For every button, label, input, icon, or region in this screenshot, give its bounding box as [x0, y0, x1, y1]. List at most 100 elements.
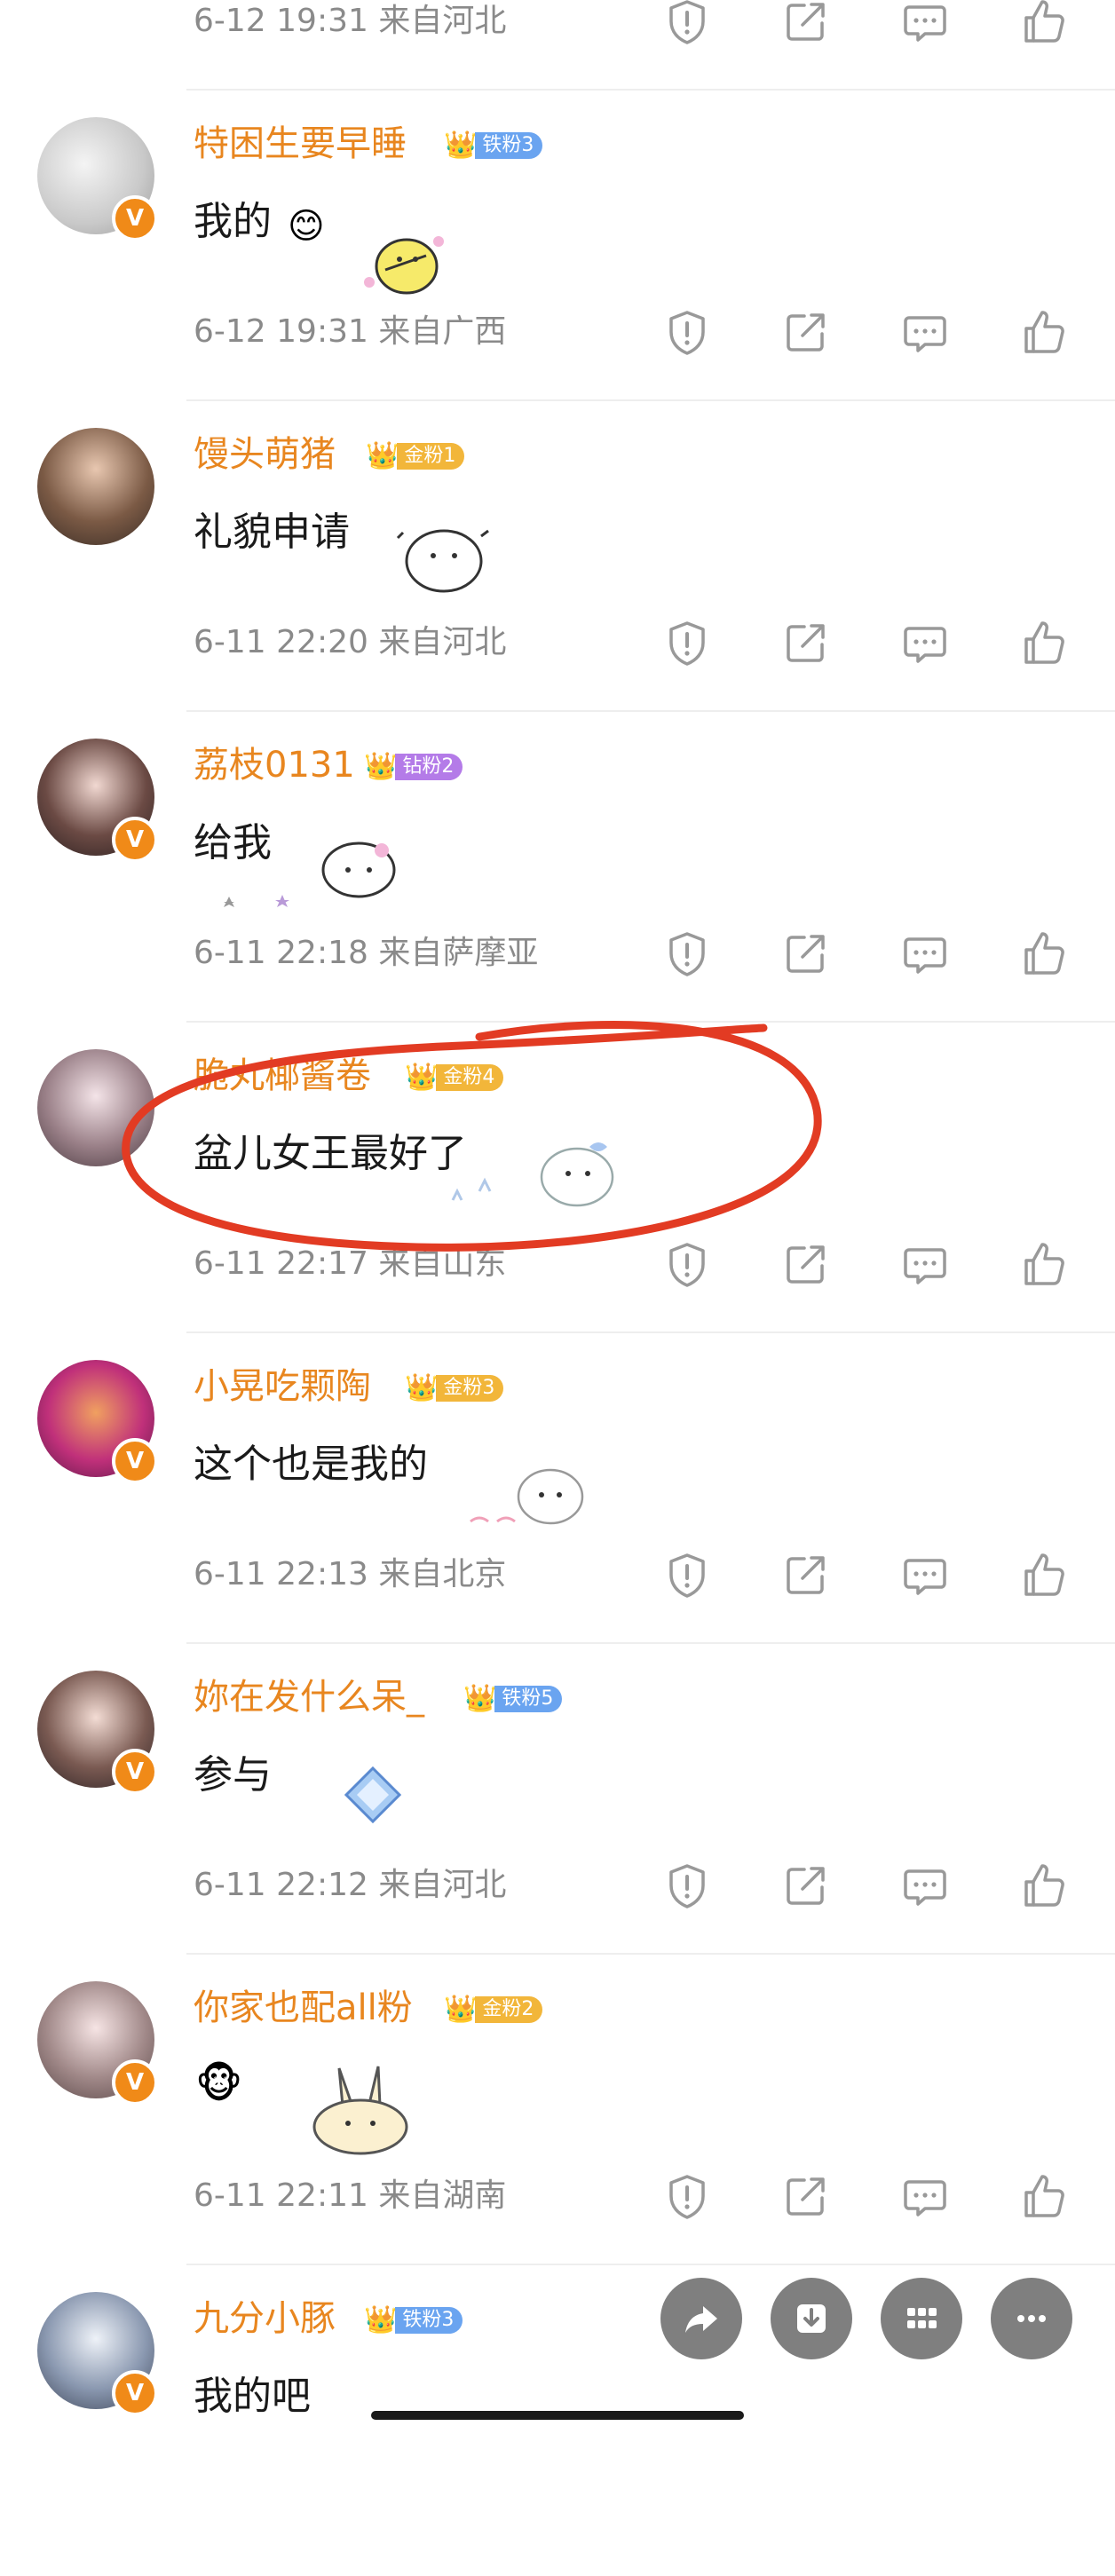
verified-badge-icon: V — [112, 195, 158, 241]
like-icon[interactable] — [1017, 1548, 1071, 1601]
avatar[interactable] — [37, 428, 154, 545]
comment-icon[interactable] — [898, 0, 952, 48]
verified-badge-icon: V — [112, 2059, 158, 2106]
share-icon[interactable] — [779, 1859, 833, 1912]
report-icon[interactable] — [660, 1548, 714, 1601]
crown-icon: 👑 — [366, 440, 399, 471]
avatar[interactable] — [37, 1049, 154, 1166]
comment-text: 这个也是我的 — [194, 1442, 428, 1487]
fan-badge-label: 金粉4 — [436, 1064, 504, 1091]
share-button[interactable] — [660, 2278, 742, 2359]
username[interactable]: 你家也配all粉 — [194, 1985, 413, 2031]
fan-badge-label: 金粉3 — [436, 1375, 504, 1402]
report-icon[interactable] — [660, 305, 714, 359]
comment-text: 参与 — [194, 1752, 272, 1798]
fan-badge-label: 铁粉5 — [494, 1686, 563, 1712]
sticker-image — [312, 2066, 408, 2155]
share-icon[interactable] — [779, 2169, 833, 2223]
like-icon[interactable] — [1017, 305, 1071, 359]
comment-meta: 6-11 22:20 来自河北 — [194, 624, 507, 660]
fan-badge: 👑 铁粉5 — [463, 1683, 563, 1715]
verified-badge-icon: V — [112, 2370, 158, 2416]
sticker-image — [451, 1142, 614, 1207]
share-icon[interactable] — [779, 1548, 833, 1601]
report-icon[interactable] — [660, 2169, 714, 2223]
fan-badge-label: 金粉2 — [475, 1996, 543, 2023]
more-dots-icon — [1017, 2315, 1046, 2322]
fan-badge: 👑 铁粉3 — [364, 2304, 463, 2336]
username[interactable]: 特困生要早睡 — [194, 121, 407, 167]
sticker-image — [224, 842, 396, 907]
fan-badge-label: 铁粉3 — [475, 132, 543, 159]
fan-badge: 👑 铁粉3 — [444, 130, 543, 162]
username[interactable]: 荔枝0131 — [194, 742, 355, 788]
comment-icon[interactable] — [898, 2169, 952, 2223]
fan-badge-label: 钻粉2 — [395, 754, 463, 780]
home-indicator[interactable] — [371, 2411, 744, 2420]
crown-icon: 👑 — [405, 1372, 439, 1403]
username[interactable]: 小晃吃颗陶 — [194, 1363, 371, 1410]
grid-icon — [907, 2308, 937, 2328]
crown-icon: 👑 — [463, 1683, 497, 1714]
comment-item: V 特困生要早睡 👑 铁粉3 我的 😊 6-12 19:31 来自广西 — [0, 91, 1115, 401]
verified-badge-icon: V — [112, 1438, 158, 1484]
comment-text: 我的吧 — [194, 2374, 311, 2419]
report-icon[interactable] — [660, 1859, 714, 1912]
emoji-icon: 🐵 — [195, 2059, 243, 2107]
report-icon[interactable] — [660, 927, 714, 980]
fan-badge: 👑 金粉2 — [444, 1994, 543, 2026]
username[interactable]: 妳在发什么呆_ — [194, 1674, 424, 1720]
fan-badge: 👑 金粉3 — [405, 1372, 504, 1404]
share-icon[interactable] — [779, 305, 833, 359]
username[interactable]: 馒头萌猪 — [194, 431, 336, 478]
like-icon[interactable] — [1017, 0, 1071, 48]
comment-icon[interactable] — [898, 1237, 952, 1291]
share-icon[interactable] — [779, 1237, 833, 1291]
comment-meta: 6-11 22:11 来自湖南 — [194, 2177, 507, 2214]
like-icon[interactable] — [1017, 1237, 1071, 1291]
fan-badge: 👑 金粉1 — [366, 440, 465, 472]
report-icon[interactable] — [660, 1237, 714, 1291]
fan-badge: 👑 金粉4 — [405, 1062, 504, 1094]
comment-item: V 你家也配all粉 👑 金粉2 🐵 6-11 22:11 来自湖南 — [0, 1955, 1115, 2265]
comment-meta: 6-12 19:31 来自河北 — [194, 3, 507, 39]
emoji-smile-icon: 😊 — [288, 206, 325, 247]
fan-badge-label: 金粉1 — [397, 443, 465, 470]
like-icon[interactable] — [1017, 616, 1071, 669]
like-icon[interactable] — [1017, 2169, 1071, 2223]
crown-icon: 👑 — [405, 1062, 439, 1093]
download-icon — [797, 2304, 826, 2333]
comment-meta: 6-11 22:12 来自河北 — [194, 1867, 507, 1903]
more-button[interactable] — [991, 2278, 1072, 2359]
sticker-image — [364, 236, 444, 295]
share-icon[interactable] — [779, 0, 833, 48]
comment-item-partial: 6-12 19:31 来自河北 — [0, 0, 1115, 91]
share-icon[interactable] — [779, 927, 833, 980]
comment-meta: 6-12 19:31 来自广西 — [194, 313, 507, 350]
comment-text: 我的 — [194, 199, 272, 244]
comment-icon[interactable] — [898, 1548, 952, 1601]
crown-icon: 👑 — [364, 751, 398, 782]
report-icon[interactable] — [660, 616, 714, 669]
comment-icon[interactable] — [898, 616, 952, 669]
verified-badge-icon: V — [112, 1749, 158, 1795]
report-icon[interactable] — [660, 0, 714, 48]
comment-meta: 6-11 22:18 来自萨摩亚 — [194, 935, 539, 971]
comment-item: V 荔枝0131 👑 钻粉2 给我 6-11 22:18 来自萨摩亚 — [0, 712, 1115, 1023]
comment-icon[interactable] — [898, 927, 952, 980]
save-button[interactable] — [771, 2278, 852, 2359]
comment-meta: 6-11 22:13 来自北京 — [194, 1556, 507, 1592]
like-icon[interactable] — [1017, 1859, 1071, 1912]
sticker-image — [470, 1468, 584, 1525]
username[interactable]: 脆丸椰酱卷 — [194, 1053, 371, 1099]
comment-icon[interactable] — [898, 1859, 952, 1912]
verified-badge-icon: V — [112, 817, 158, 863]
share-icon[interactable] — [779, 616, 833, 669]
apps-button[interactable] — [881, 2278, 962, 2359]
like-icon[interactable] — [1017, 927, 1071, 980]
crown-icon: 👑 — [444, 1994, 478, 2025]
comment-icon[interactable] — [898, 305, 952, 359]
username[interactable]: 九分小豚 — [194, 2295, 336, 2342]
crown-icon: 👑 — [364, 2304, 398, 2335]
comment-meta: 6-11 22:17 来自山东 — [194, 1245, 507, 1282]
